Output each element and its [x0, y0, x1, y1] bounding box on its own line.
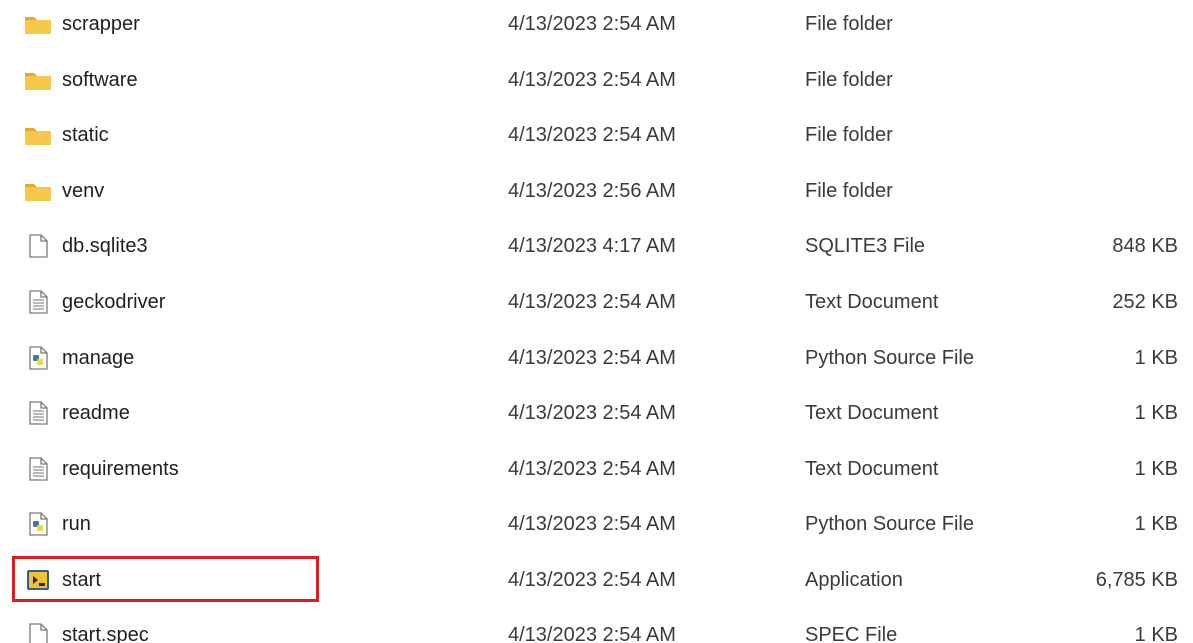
file-name: manage — [62, 347, 135, 369]
file-name: start — [62, 569, 101, 591]
name-cell: run — [22, 500, 482, 556]
python-file-icon — [24, 512, 52, 536]
name-cell: software — [22, 56, 482, 112]
date-modified: 4/13/2023 2:54 AM — [508, 69, 676, 91]
file-size: 1 KB — [1134, 402, 1178, 424]
text-document-icon — [24, 401, 52, 425]
date-modified: 4/13/2023 2:54 AM — [508, 402, 676, 424]
file-row-start[interactable]: start 4/13/2023 2:54 AM Application 6,78… — [0, 556, 1193, 612]
file-size — [1010, 167, 1178, 223]
file-name: db.sqlite3 — [62, 235, 148, 257]
file-row-readme[interactable]: readme 4/13/2023 2:54 AM Text Document 1… — [0, 389, 1193, 445]
file-name: run — [62, 513, 91, 535]
file-size: 6,785 KB — [1095, 569, 1178, 591]
file-size — [1010, 0, 1178, 56]
text-document-icon — [24, 457, 52, 481]
folder-icon — [24, 12, 52, 36]
file-size: 848 KB — [1112, 235, 1178, 257]
file-name: geckodriver — [62, 291, 166, 313]
file-row-manage[interactable]: manage 4/13/2023 2:54 AM Python Source F… — [0, 334, 1193, 390]
file-row-venv[interactable]: venv 4/13/2023 2:56 AM File folder — [0, 167, 1193, 223]
text-document-icon — [24, 290, 52, 314]
file-row-scrapper[interactable]: scrapper 4/13/2023 2:54 AM File folder — [0, 0, 1193, 56]
file-row-start-spec[interactable]: start.spec 4/13/2023 2:54 AM SPEC File 1… — [0, 611, 1193, 643]
name-cell: venv — [22, 167, 482, 223]
file-size: 1 KB — [1134, 624, 1178, 643]
date-modified: 4/13/2023 2:54 AM — [508, 513, 676, 535]
file-size: 1 KB — [1134, 458, 1178, 480]
name-cell: geckodriver — [22, 278, 482, 334]
date-modified: 4/13/2023 2:54 AM — [508, 458, 676, 480]
date-modified: 4/13/2023 2:54 AM — [508, 624, 676, 643]
date-modified: 4/13/2023 2:54 AM — [508, 124, 676, 146]
file-name: static — [62, 124, 109, 146]
date-modified: 4/13/2023 2:54 AM — [508, 569, 676, 591]
folder-icon — [24, 179, 52, 203]
file-size: 252 KB — [1112, 291, 1178, 313]
name-cell: start.spec — [22, 611, 482, 643]
file-name: venv — [62, 180, 105, 202]
date-modified: 4/13/2023 2:54 AM — [508, 347, 676, 369]
file-size — [1010, 56, 1178, 112]
file-row-requirements[interactable]: requirements 4/13/2023 2:54 AM Text Docu… — [0, 445, 1193, 501]
name-cell: start — [22, 556, 482, 612]
python-file-icon — [24, 346, 52, 370]
file-name: start.spec — [62, 624, 149, 643]
file-size — [1010, 111, 1178, 167]
file-size: 1 KB — [1134, 347, 1178, 369]
name-cell: requirements — [22, 445, 482, 501]
application-icon — [24, 568, 52, 592]
date-modified: 4/13/2023 2:54 AM — [508, 291, 676, 313]
file-list: scrapper 4/13/2023 2:54 AM File folder s… — [0, 0, 1193, 643]
file-row-geckodriver[interactable]: geckodriver 4/13/2023 2:54 AM Text Docum… — [0, 278, 1193, 334]
file-name: software — [62, 69, 138, 91]
blank-file-icon — [24, 623, 52, 643]
date-modified: 4/13/2023 4:17 AM — [508, 235, 676, 257]
name-cell: scrapper — [22, 0, 482, 56]
name-cell: manage — [22, 334, 482, 390]
name-cell: readme — [22, 389, 482, 445]
file-name: readme — [62, 402, 130, 424]
file-row-run[interactable]: run 4/13/2023 2:54 AM Python Source File… — [0, 500, 1193, 556]
name-cell: db.sqlite3 — [22, 222, 482, 278]
name-cell: static — [22, 111, 482, 167]
file-size: 1 KB — [1134, 513, 1178, 535]
date-modified: 4/13/2023 2:54 AM — [508, 13, 676, 35]
date-modified: 4/13/2023 2:56 AM — [508, 180, 676, 202]
folder-icon — [24, 68, 52, 92]
file-name: requirements — [62, 458, 179, 480]
file-name: scrapper — [62, 13, 140, 35]
file-row-software[interactable]: software 4/13/2023 2:54 AM File folder — [0, 56, 1193, 112]
file-row-db-sqlite3[interactable]: db.sqlite3 4/13/2023 4:17 AM SQLITE3 Fil… — [0, 222, 1193, 278]
blank-file-icon — [24, 234, 52, 258]
file-row-static[interactable]: static 4/13/2023 2:54 AM File folder — [0, 111, 1193, 167]
folder-icon — [24, 123, 52, 147]
